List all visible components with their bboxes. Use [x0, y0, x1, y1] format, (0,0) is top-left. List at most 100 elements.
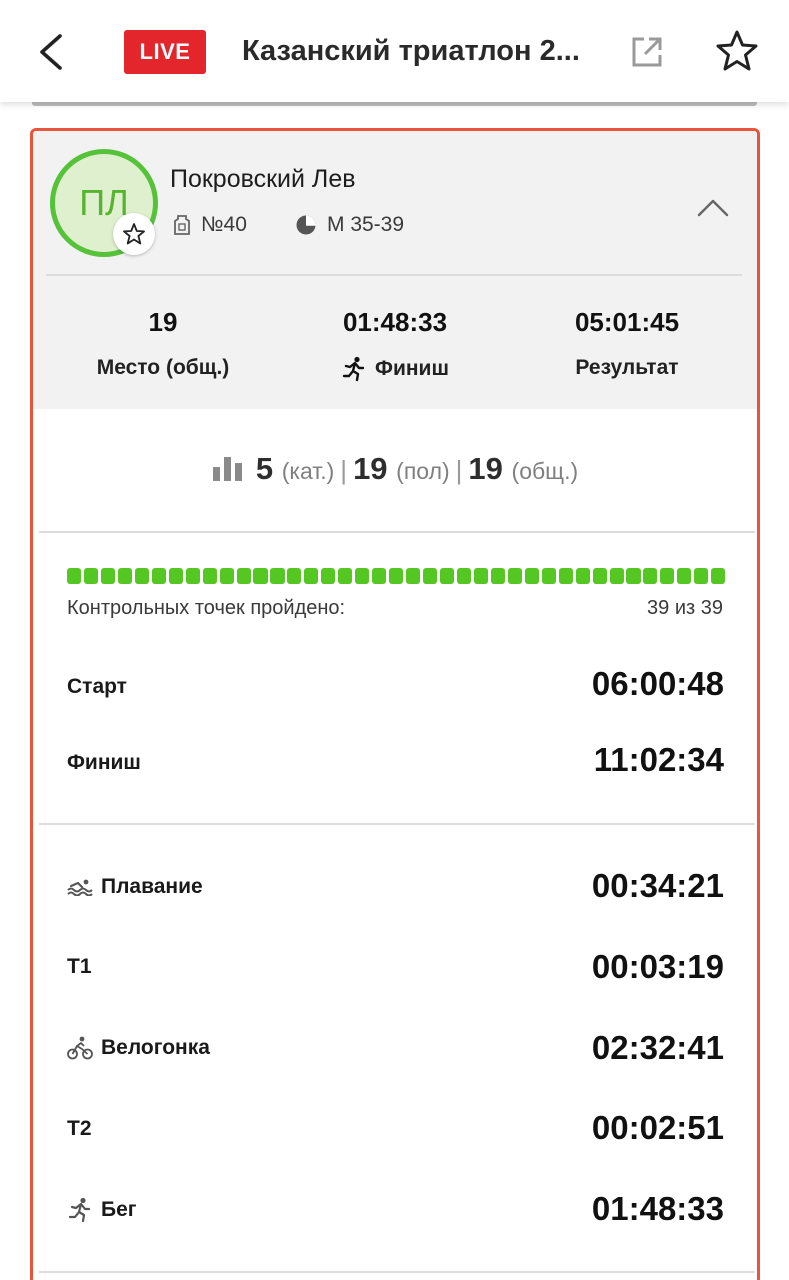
age-category: М 35-39 — [295, 213, 404, 237]
checkpoint-segment — [507, 568, 522, 584]
split-bike: Велогонка — [67, 1036, 210, 1060]
split-time: 02:32:41 — [591, 1029, 724, 1066]
app-bar: LIVE Казанский триатлон 2... — [0, 0, 789, 102]
overall-place-stat: 19 Место (общ.) — [53, 307, 273, 380]
checkpoint-segment — [338, 568, 353, 584]
swim-icon — [67, 878, 93, 896]
checkpoint-segment — [100, 568, 115, 584]
result-stat: 05:01:45 Результат — [517, 307, 737, 380]
divider — [39, 531, 755, 533]
checkpoint-segment — [355, 568, 370, 584]
finish-time: 01:48:33 — [342, 307, 448, 337]
checkpoint-progress-bar — [67, 568, 726, 584]
checkpoint-segment — [626, 568, 641, 584]
start-label: Старт — [67, 675, 127, 698]
category-rank-label: (кат.) — [281, 458, 335, 484]
checkpoint-segment — [67, 568, 82, 584]
checkpoint-segment — [236, 568, 251, 584]
overall-place-label: Место (общ.) — [96, 356, 230, 379]
run-icon — [67, 1197, 93, 1223]
result-label: Результат — [575, 356, 679, 379]
split-time: 00:34:21 — [591, 867, 724, 904]
athlete-name: Покровский Лев — [170, 165, 356, 193]
split-time: 01:48:33 — [591, 1190, 724, 1227]
split-label: Велогонка — [101, 1036, 210, 1059]
gender-rank-label: (пол) — [396, 458, 450, 484]
checkpoint-segment — [304, 568, 319, 584]
checkpoint-segment — [287, 568, 302, 584]
split-time: 00:02:51 — [591, 1109, 724, 1146]
finish-row-time: 11:02:34 — [593, 741, 724, 778]
checkpoint-segment — [490, 568, 505, 584]
checkpoint-segment — [117, 568, 132, 584]
checkpoint-segment — [83, 568, 99, 584]
overall-rank-label: (общ.) — [511, 458, 579, 484]
checkpoint-segment — [711, 568, 726, 584]
checkpoint-segment — [558, 568, 573, 584]
checkpoint-segment — [253, 568, 268, 584]
finish-label: Финиш — [375, 357, 449, 380]
split-label: T2 — [67, 1117, 92, 1140]
checkpoint-segment — [168, 568, 183, 584]
live-badge: LIVE — [124, 30, 206, 74]
checkpoint-segment — [439, 568, 455, 584]
chevron-up-icon[interactable] — [695, 189, 731, 225]
split-t2: T2 — [67, 1117, 92, 1141]
split-time: 00:03:19 — [591, 948, 724, 985]
checkpoint-segment — [541, 568, 556, 584]
checkpoint-segment — [609, 568, 624, 584]
divider — [39, 823, 755, 825]
divider — [46, 274, 742, 276]
start-time: 06:00:48 — [591, 665, 724, 702]
checkpoint-segment — [406, 568, 421, 584]
checkpoint-segment — [202, 568, 217, 584]
category-rank: 5 — [255, 451, 274, 486]
external-link-icon[interactable] — [630, 35, 664, 69]
category-value: М 35-39 — [327, 213, 405, 236]
checkpoint-segment — [592, 568, 607, 584]
athlete-summary[interactable]: ПЛ Покровский Лев №40 М 35-39 19 Место (… — [33, 131, 757, 409]
checkpoint-segment — [660, 568, 675, 584]
athlete-card: ПЛ Покровский Лев №40 М 35-39 19 Место (… — [30, 128, 760, 1280]
bib-number: №40 — [173, 213, 247, 237]
bar-chart-icon — [212, 453, 244, 489]
finish-stat: 01:48:33 Финиш — [285, 307, 505, 382]
checkpoint-segment — [456, 568, 471, 584]
favorite-star-icon[interactable] — [714, 28, 760, 74]
checkpoint-segment — [185, 568, 200, 584]
checkpoint-segment — [677, 568, 692, 584]
checkpoint-segment — [575, 568, 590, 584]
checkpoint-segment — [270, 568, 285, 584]
bike-icon — [67, 1036, 93, 1060]
checkpoint-segment — [321, 568, 336, 584]
rank-summary: 5 (кат.) | 19 (пол) | 19 (общ.) — [33, 451, 757, 489]
checkpoints-value: 39 из 39 — [647, 597, 723, 619]
back-arrow-icon[interactable] — [32, 30, 72, 74]
checkpoint-segment — [372, 568, 387, 584]
checkpoint-segment — [134, 568, 149, 584]
checkpoint-segment — [473, 568, 488, 584]
run-icon — [341, 356, 367, 382]
finish-row-label: Финиш — [67, 751, 141, 774]
checkpoint-segment — [389, 568, 404, 584]
checkpoint-segment — [423, 568, 438, 584]
follow-star-icon[interactable] — [113, 213, 155, 255]
category-icon — [295, 214, 317, 236]
overall-rank: 19 — [468, 451, 503, 486]
gender-rank: 19 — [353, 451, 388, 486]
page-title: Казанский триатлон 2... — [242, 35, 580, 67]
split-label: T1 — [67, 955, 92, 978]
checkpoints-label: Контрольных точек пройдено: — [67, 597, 346, 619]
split-t1: T1 — [67, 955, 92, 979]
overall-place: 19 — [148, 307, 178, 337]
checkpoint-segment — [219, 568, 234, 584]
checkpoint-segment — [524, 568, 539, 584]
split-swim: Плавание — [67, 875, 203, 899]
bib-icon — [173, 214, 191, 236]
split-label: Бег — [101, 1198, 137, 1221]
checkpoint-segment — [694, 568, 709, 584]
checkpoint-segment — [151, 568, 166, 584]
checkpoint-segment — [643, 568, 658, 584]
split-run: Бег — [67, 1197, 137, 1223]
result-time: 05:01:45 — [574, 307, 680, 337]
